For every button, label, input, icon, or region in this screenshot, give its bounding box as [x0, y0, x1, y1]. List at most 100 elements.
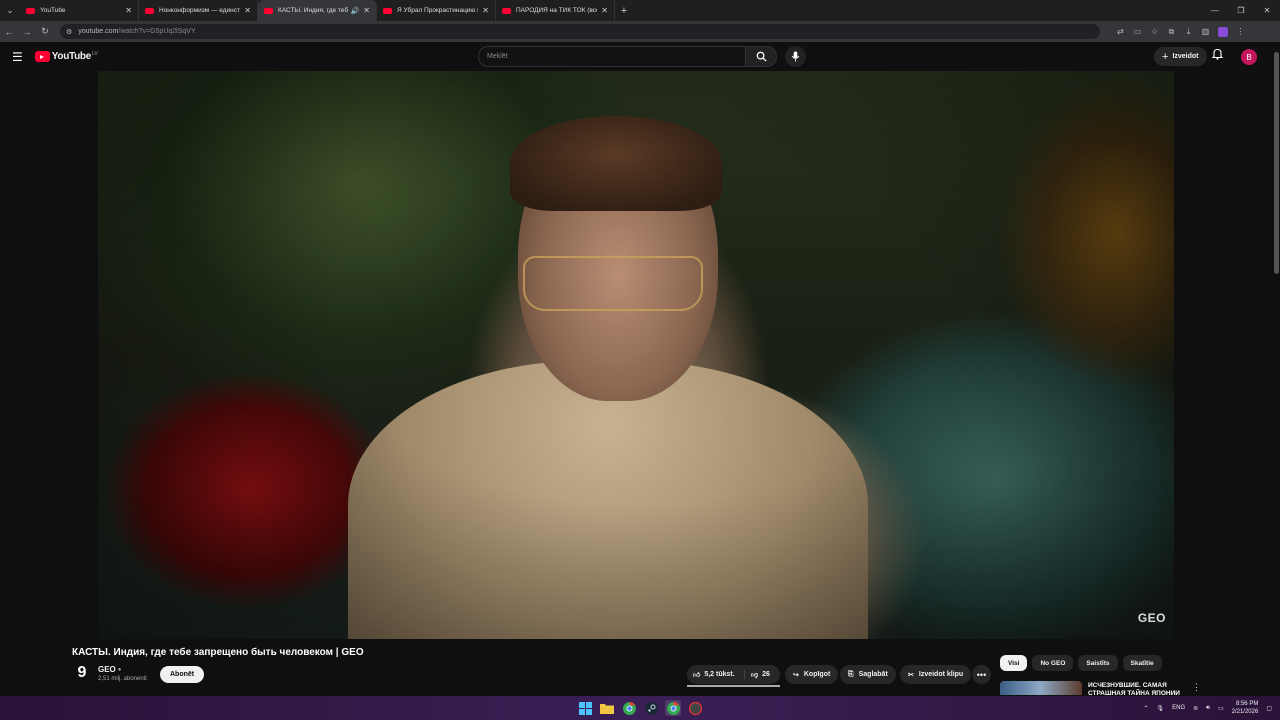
cast-icon[interactable]: ▭	[1129, 27, 1146, 37]
close-tab-icon[interactable]: ✕	[363, 6, 370, 15]
battery-icon[interactable]: ▭	[1218, 705, 1224, 712]
url-path: /watch?v=G5pUq2lSqVY	[118, 28, 196, 35]
bookmark-star-icon[interactable]: ☆	[1146, 27, 1163, 37]
share-button[interactable]: ↪ Kopīgot	[785, 665, 839, 684]
audio-playing-icon[interactable]: 🔊	[351, 7, 360, 15]
subscriber-count: 2,51 milj. abonenti	[98, 676, 147, 682]
search-input[interactable]: Meklēt	[478, 46, 746, 67]
recommendation-thumbnail[interactable]	[1000, 681, 1082, 695]
extensions-icon[interactable]: ⧉	[1163, 27, 1180, 37]
close-tab-icon[interactable]: ✕	[482, 6, 489, 15]
close-tab-icon[interactable]: ✕	[125, 6, 132, 15]
youtube-favicon-icon	[383, 7, 392, 14]
video-title: КАСТЫ. Индия, где тебе запрещено быть че…	[72, 647, 364, 658]
voice-search-button[interactable]	[785, 46, 806, 67]
like-ratio-bar	[687, 685, 780, 687]
microphone-tray-icon[interactable]: 🎙︎	[1157, 705, 1165, 712]
youtube-wordmark: YouTube	[51, 51, 92, 62]
browser-tab[interactable]: Я Убрал Прокрастинацию Нa ✕	[377, 0, 496, 21]
back-icon[interactable]: ←	[0, 27, 18, 37]
page-scrollbar[interactable]	[1273, 44, 1279, 694]
close-window-icon[interactable]: ✕	[1254, 0, 1280, 21]
channel-avatar[interactable]: 9	[72, 663, 92, 683]
scrollbar-thumb[interactable]	[1274, 52, 1279, 274]
chip-related[interactable]: Saistīts	[1078, 655, 1118, 671]
chip-from-channel[interactable]: No GEO	[1032, 655, 1074, 671]
share-label: Kopīgot	[803, 671, 831, 678]
avatar[interactable]: B	[1241, 49, 1257, 65]
browser-tab[interactable]: YouTube ✕	[20, 0, 139, 21]
recommendation-title[interactable]: ИСЧЕЗНУВШИЕ. САМАЯ СТРАШНАЯ ТАЙНА ЯПОНИИ	[1088, 682, 1188, 696]
minimize-icon[interactable]: —	[1202, 0, 1228, 21]
app-icon[interactable]	[687, 700, 703, 716]
wifi-icon[interactable]: ≋	[1193, 705, 1198, 712]
menu-icon[interactable]: ☰	[12, 50, 23, 64]
create-label: Izveidot	[1172, 53, 1199, 60]
browser-tab-active[interactable]: КАСТЫ. Индия, где тебе за 🔊 ✕	[258, 0, 377, 21]
youtube-favicon-icon	[145, 7, 154, 14]
bookmark-icon: ⎘	[848, 670, 854, 678]
create-button[interactable]: + Izveidot	[1154, 47, 1207, 66]
video-vignette	[98, 71, 1174, 639]
chrome-icon[interactable]	[621, 700, 637, 716]
save-button[interactable]: ⎘ Saglabāt	[840, 665, 896, 684]
tab-title: YouTube	[40, 7, 66, 14]
split-view-icon[interactable]: ▥	[1197, 27, 1214, 37]
clip-label: Izveidot klipu	[918, 671, 964, 678]
filter-chips: Visi No GEO Saistīts Skatītie	[1000, 655, 1162, 671]
extension-icon[interactable]	[1218, 26, 1228, 37]
browser-tab[interactable]: Нонконформизм — единствен ✕	[139, 0, 258, 21]
notifications-tray-icon[interactable]: ▢	[1266, 705, 1272, 712]
site-info-icon[interactable]: ⚙	[66, 28, 72, 36]
clock[interactable]: 8:56 PM 2/21/2026	[1232, 700, 1259, 716]
like-button[interactable]: 👍︎ 5,2 tūkst.	[687, 670, 745, 679]
chrome-active-icon[interactable]	[665, 700, 681, 716]
browser-menu-icon[interactable]: ⋮	[1232, 27, 1249, 37]
like-count: 5,2 tūkst.	[704, 671, 735, 678]
youtube-favicon-icon	[264, 7, 273, 14]
video-player[interactable]: GEO	[98, 71, 1174, 639]
new-tab-button[interactable]: +	[615, 5, 633, 17]
reload-icon[interactable]: ↻	[36, 26, 54, 37]
clip-button[interactable]: ✂ Izveidot klipu	[900, 665, 972, 684]
restore-icon[interactable]: ❐	[1228, 0, 1254, 21]
chip-watched[interactable]: Skatītie	[1122, 655, 1162, 671]
browser-tab[interactable]: ПАРОДИЯ на ТИК ТОК (все ти ✕	[496, 0, 615, 21]
more-actions-button[interactable]: •••	[972, 665, 991, 684]
address-bar[interactable]: ⚙ youtube.com/watch?v=G5pUq2lSqVY	[60, 24, 1100, 39]
forward-icon[interactable]: →	[18, 27, 36, 37]
tab-search-icon[interactable]: ⌄	[0, 0, 20, 21]
subscribe-button[interactable]: Abonēt	[160, 666, 205, 683]
plus-icon: +	[1162, 50, 1169, 63]
windows-start-icon[interactable]	[577, 700, 593, 716]
download-icon[interactable]: ⤓	[1180, 27, 1197, 37]
clock-date: 2/21/2026	[1231, 709, 1259, 715]
tab-title: Я Убрал Прокрастинацию Нa	[397, 7, 479, 14]
file-explorer-icon[interactable]	[599, 700, 615, 716]
translate-icon[interactable]: ⇄	[1112, 27, 1129, 37]
dislike-button[interactable]: 👎︎ 26	[745, 670, 770, 679]
youtube-logo[interactable]: YouTube LV	[34, 51, 98, 62]
notifications-bell-icon[interactable]	[1211, 48, 1224, 63]
clock-time: 8:56 PM	[1235, 701, 1259, 707]
toolbar-icons: ⇄ ▭ ☆ ⧉ ⤓ ▥ ⋮	[1112, 26, 1249, 37]
search-button[interactable]	[745, 46, 777, 67]
tab-title: Нонконформизм — единствен	[159, 7, 240, 14]
dislike-count: 26	[762, 671, 770, 678]
language-indicator[interactable]: ENG	[1172, 705, 1185, 711]
volume-icon[interactable]: 🔊︎	[1206, 705, 1210, 712]
thumbs-down-icon: 👎︎	[751, 672, 759, 679]
close-tab-icon[interactable]: ✕	[244, 6, 251, 15]
close-tab-icon[interactable]: ✕	[601, 6, 608, 15]
recommendation-menu-icon[interactable]: ⋮	[1192, 682, 1201, 693]
show-hidden-icons-icon[interactable]: ⌃	[1143, 705, 1148, 712]
browser-toolbar: ← → ↻ ⚙ youtube.com/watch?v=G5pUq2lSqVY …	[0, 21, 1280, 42]
share-arrow-icon: ↪	[793, 671, 799, 679]
tab-title: ПАРОДИЯ на ТИК ТОК (все ти	[516, 7, 597, 14]
scissors-icon: ✂	[908, 671, 914, 679]
channel-name[interactable]: GEO ●	[98, 665, 121, 674]
thumbs-up-icon: 👍︎	[693, 672, 701, 679]
steam-icon[interactable]	[643, 700, 659, 716]
window-controls: — ❐ ✕	[1202, 0, 1280, 21]
chip-all[interactable]: Visi	[1000, 655, 1028, 671]
